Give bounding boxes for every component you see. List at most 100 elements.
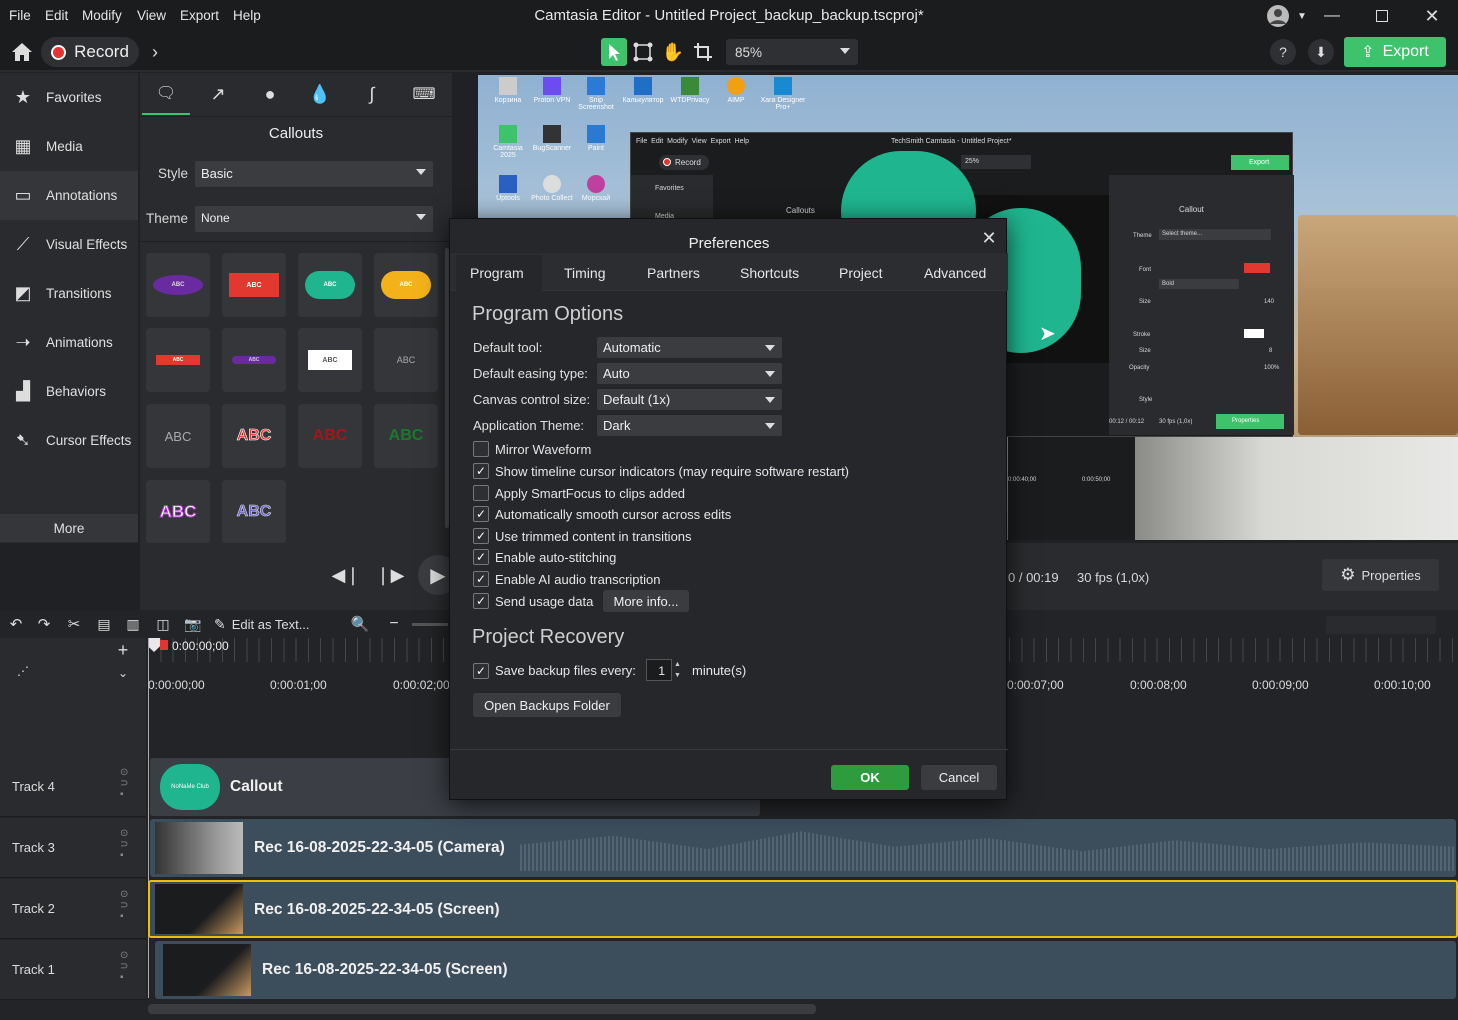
tab-project[interactable]: Project <box>839 265 883 281</box>
screen-clip-selected[interactable]: Rec 16-08-2025-22-34-05 (Screen) <box>148 880 1458 938</box>
callout-thumb-speech[interactable]: ABC <box>222 253 286 317</box>
smartfocus-checkbox[interactable] <box>473 485 489 501</box>
split-icon[interactable]: ◫ <box>153 614 173 634</box>
properties-button[interactable]: ⚙ Properties <box>1322 559 1439 591</box>
speech-bubble-icon[interactable]: 🗨 <box>142 73 190 115</box>
track-lock-icon[interactable]: ⊙ ⊃ ▪ <box>120 889 128 922</box>
callout-thumb-white-box[interactable]: ABC <box>298 328 362 392</box>
track-lock-icon[interactable]: ⊙ ⊃ ▪ <box>120 950 128 983</box>
account-chevron-icon[interactable]: ▼ <box>1296 8 1308 24</box>
ok-button[interactable]: OK <box>831 765 909 790</box>
dialog-close-icon[interactable]: ✕ <box>978 227 1000 249</box>
chevron-right-icon[interactable]: › <box>145 40 165 64</box>
track-header-4[interactable]: Track 4 ⊙ ⊃ ▪ <box>0 757 146 817</box>
download-icon[interactable]: ⬇ <box>1308 39 1334 65</box>
screen-clip[interactable]: Rec 16-08-2025-22-34-05 (Screen) <box>155 941 1456 999</box>
pan-hand-icon[interactable]: ✋ <box>660 38 686 66</box>
nav-visual-effects[interactable]: ⟋ Visual Effects <box>0 220 138 269</box>
callout-thumb-text-green[interactable]: ABC <box>374 404 438 468</box>
magnet-icon[interactable]: ⋰ <box>8 656 38 686</box>
nav-media[interactable]: ▦ Media <box>0 122 138 171</box>
help-icon[interactable]: ? <box>1270 39 1296 65</box>
callout-thumb-text-blue-outline[interactable]: ABC <box>222 480 286 544</box>
spinner-arrows-icon[interactable]: ▲ ▼ <box>674 659 684 681</box>
close-icon[interactable]: ✕ <box>1421 5 1443 27</box>
callout-thumb-text-darkred[interactable]: ABC <box>298 404 362 468</box>
select-tool-icon[interactable] <box>601 38 627 66</box>
usage-data-checkbox[interactable]: ✓ <box>473 593 489 609</box>
track-lock-icon[interactable]: ⊙ ⊃ ▪ <box>120 767 128 800</box>
callout-thumb-plain[interactable]: ABC <box>374 328 438 392</box>
timeline-horizontal-scrollbar[interactable] <box>148 1004 816 1014</box>
account-avatar-icon[interactable] <box>1265 4 1291 28</box>
open-backups-button[interactable]: Open Backups Folder <box>473 693 621 717</box>
paste-icon[interactable]: ▥ <box>123 614 143 634</box>
callout-thumb-purple-line[interactable]: ABC <box>222 328 286 392</box>
more-info-button[interactable]: More info... <box>603 590 689 612</box>
nav-behaviors[interactable]: ▟ Behaviors <box>0 367 138 416</box>
app-theme-dropdown[interactable]: Dark <box>597 415 782 436</box>
cut-icon[interactable]: ✂ <box>64 614 84 634</box>
nav-transitions[interactable]: ◩ Transitions <box>0 269 138 318</box>
undo-icon[interactable]: ↶ <box>6 614 26 634</box>
edit-as-text-button[interactable]: ✎ Edit as Text... <box>214 612 318 636</box>
zoom-search-icon[interactable]: 🔍 <box>350 614 370 634</box>
crop-icon[interactable] <box>690 38 716 66</box>
nav-animations[interactable]: ➝ Animations <box>0 318 138 367</box>
style-dropdown[interactable]: Basic <box>195 161 433 187</box>
nav-favorites[interactable]: ★ Favorites <box>0 73 138 122</box>
add-track-icon[interactable]: + <box>114 640 132 660</box>
callout-thumb-cloud-teal[interactable]: ABC <box>298 253 362 317</box>
shape-icon[interactable]: ● <box>246 73 294 115</box>
track-header-3[interactable]: Track 3 ⊙ ⊃ ▪ <box>0 818 146 878</box>
arrow-line-icon[interactable]: ↗ <box>194 73 242 115</box>
step-forward-icon[interactable]: ❘▶ <box>376 561 405 589</box>
maximize-icon[interactable] <box>1372 6 1392 26</box>
zoom-slider[interactable] <box>412 623 448 626</box>
save-backup-checkbox[interactable]: ✓ <box>473 663 489 679</box>
keystroke-icon[interactable]: ⌨ <box>400 73 448 115</box>
canvas-control-size-dropdown[interactable]: Default (1x) <box>597 389 782 410</box>
callout-thumb-text-red-outline[interactable]: ABC <box>222 404 286 468</box>
smooth-cursor-checkbox[interactable]: ✓ <box>473 506 489 522</box>
more-button[interactable]: More <box>0 514 138 542</box>
export-button[interactable]: ⇪ Export <box>1344 37 1446 67</box>
copy-icon[interactable]: ▤ <box>94 614 114 634</box>
tab-timing[interactable]: Timing <box>564 265 606 281</box>
mirror-waveform-checkbox[interactable] <box>473 441 489 457</box>
default-tool-dropdown[interactable]: Automatic <box>597 337 782 358</box>
callout-thumb-text-gray[interactable]: ABC <box>146 404 210 468</box>
theme-dropdown[interactable]: None <box>195 206 433 232</box>
track-header-2[interactable]: Track 2 ⊙ ⊃ ▪ <box>0 879 146 939</box>
nav-annotations[interactable]: ▭ Annotations <box>0 171 138 220</box>
callout-thumb-ellipse[interactable]: ABC <box>146 253 210 317</box>
camera-clip[interactable]: Rec 16-08-2025-22-34-05 (Camera) <box>150 819 1456 877</box>
auto-stitching-checkbox[interactable]: ✓ <box>473 549 489 565</box>
callout-thumb-text-white-purple[interactable]: ABC <box>146 480 210 544</box>
zoom-dropdown[interactable]: 85% <box>726 39 858 65</box>
cancel-button[interactable]: Cancel <box>921 765 997 790</box>
zoom-out-icon[interactable]: − <box>385 614 403 634</box>
track-header-1[interactable]: Track 1 ⊙ ⊃ ▪ <box>0 940 146 1000</box>
tab-partners[interactable]: Partners <box>647 265 700 281</box>
ai-transcription-checkbox[interactable]: ✓ <box>473 571 489 587</box>
minimize-icon[interactable]: — <box>1322 6 1342 26</box>
tab-program[interactable]: Program <box>470 265 524 281</box>
callout-thumb-red-arrow[interactable]: ABC <box>146 328 210 392</box>
record-button[interactable]: Record <box>41 37 139 67</box>
sketch-icon[interactable]: ∫ <box>348 73 396 115</box>
timeline-cursor-checkbox[interactable]: ✓ <box>473 463 489 479</box>
blur-drop-icon[interactable]: 💧 <box>296 73 344 115</box>
tab-advanced[interactable]: Advanced <box>924 265 986 281</box>
easing-type-dropdown[interactable]: Auto <box>597 363 782 384</box>
edit-tool-icon[interactable] <box>630 38 656 66</box>
timeline-scroll-mini[interactable] <box>1326 616 1436 634</box>
track-lock-icon[interactable]: ⊙ ⊃ ▪ <box>120 828 128 861</box>
collapse-chevron-icon[interactable]: ⌄ <box>114 664 132 682</box>
backup-interval-input[interactable]: 1 <box>646 659 672 681</box>
home-icon[interactable] <box>9 40 35 64</box>
nav-cursor-effects[interactable]: ➷ Cursor Effects <box>0 416 138 465</box>
step-back-icon[interactable]: ◀❘ <box>332 561 361 589</box>
camera-snapshot-icon[interactable]: 📷 <box>182 614 204 634</box>
tab-shortcuts[interactable]: Shortcuts <box>740 265 799 281</box>
